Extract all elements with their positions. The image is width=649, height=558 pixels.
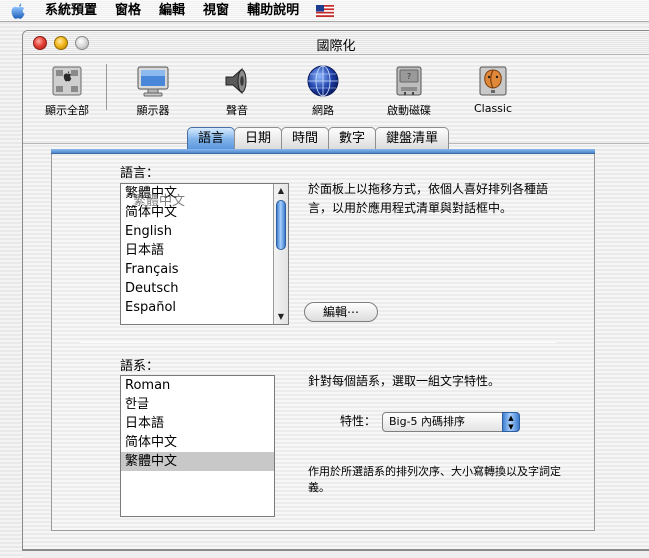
background-window-edge <box>22 550 649 558</box>
scroll-up-arrow-icon[interactable]: ▲ <box>274 184 288 198</box>
international-preferences-window: 國際化 顯示全部 顯示器 聲音 網路 ? 啟動磁碟 Classic 語言 日期 … <box>22 30 649 550</box>
title-bar[interactable]: 國際化 <box>23 31 649 55</box>
toolbar-sound-label: 聲音 <box>226 104 248 117</box>
dragging-item-ghost[interactable]: 繁體中文 <box>129 192 185 211</box>
toolbar-show-all[interactable]: 顯示全部 <box>27 64 107 118</box>
list-item[interactable]: 한글 <box>121 395 274 414</box>
toolbar-sound[interactable]: 聲音 <box>197 64 277 118</box>
menu-window[interactable]: 視窗 <box>194 0 238 22</box>
list-item[interactable]: Español <box>121 298 288 317</box>
languages-list[interactable]: 繁體中文 简体中文 English 日本語 Français Deutsch E… <box>120 183 289 325</box>
list-item-selected[interactable]: 繁體中文 <box>121 452 274 471</box>
menu-edit[interactable]: 編輯 <box>150 0 194 22</box>
edit-button[interactable]: 編輯⋯ <box>304 302 378 322</box>
toolbar-classic-label: Classic <box>473 102 513 115</box>
toolbar-startup-disk[interactable]: ? 啟動磁碟 <box>369 64 449 118</box>
language-tab-pane: 語言： 繁體中文 简体中文 English 日本語 Français Deuts… <box>51 149 595 531</box>
scripts-list[interactable]: Roman 한글 日本語 简体中文 繁體中文 <box>120 375 275 517</box>
behaviors-popup-value: Big-5 內碼排序 <box>389 415 466 428</box>
window-title: 國際化 <box>316 39 356 54</box>
classic-icon <box>479 66 507 96</box>
languages-scrollbar[interactable]: ▲ ▼ <box>273 184 288 324</box>
menu-help[interactable]: 輔助說明 <box>238 0 308 22</box>
list-item[interactable]: 日本語 <box>121 414 274 433</box>
tab-language[interactable]: 語言 <box>187 127 236 149</box>
menu-bar: 系統預置 窗格 編輯 視窗 輔助說明 <box>0 0 649 22</box>
tab-keyboard-menu[interactable]: 鍵盤清單 <box>375 127 450 149</box>
behaviors-note: 作用於所選語系的排列次序、大小寫轉換以及字詞定義。 <box>308 465 561 494</box>
list-item[interactable]: 日本語 <box>121 241 288 260</box>
globe-icon <box>307 65 339 97</box>
section-divider <box>80 342 556 343</box>
tab-numbers[interactable]: 數字 <box>328 127 377 149</box>
toolbar-classic[interactable]: Classic <box>453 64 533 115</box>
menu-system-preferences[interactable]: 系統預置 <box>36 0 106 22</box>
display-icon <box>137 66 169 97</box>
scroll-thumb[interactable] <box>276 200 286 250</box>
tab-time[interactable]: 時間 <box>281 127 330 149</box>
scroll-down-arrow-icon[interactable]: ▼ <box>274 310 288 324</box>
toolbar-displays[interactable]: 顯示器 <box>113 64 193 118</box>
list-item[interactable]: 简体中文 <box>121 433 274 452</box>
tab-bar: 語言 日期 時間 數字 鍵盤清單 <box>187 127 450 149</box>
apple-logo-icon <box>11 2 25 19</box>
apple-menu[interactable] <box>0 0 36 22</box>
behaviors-popup[interactable]: Big-5 內碼排序 ▲ ▼ <box>382 412 520 432</box>
toolbar-separator <box>106 64 107 110</box>
toolbar-displays-label: 顯示器 <box>136 104 170 117</box>
scripts-description: 針對每個語系，選取一組文字特性。 <box>308 374 501 388</box>
behaviors-label: 特性： <box>340 414 377 428</box>
list-item[interactable]: Roman <box>121 376 274 395</box>
list-item[interactable]: Deutsch <box>121 279 288 298</box>
languages-description: 於面板上以拖移方式，依個人喜好排列各種語言，以用於應用程式清單與對話框中。 <box>308 182 549 215</box>
menu-pane[interactable]: 窗格 <box>106 0 150 22</box>
languages-label: 語言： <box>120 166 160 181</box>
tab-date[interactable]: 日期 <box>234 127 283 149</box>
toolbar-network-label: 網路 <box>312 104 334 117</box>
languages-list-items: 繁體中文 简体中文 English 日本語 Français Deutsch E… <box>121 184 288 317</box>
disk-icon: ? <box>396 66 422 96</box>
list-item[interactable]: English <box>121 222 288 241</box>
toolbar-show-all-label: 顯示全部 <box>45 104 89 117</box>
toolbar-network[interactable]: 網路 <box>283 64 363 118</box>
pane-top-bar <box>51 149 595 154</box>
popup-arrows-icon: ▲ ▼ <box>502 412 520 432</box>
speaker-icon <box>225 67 247 95</box>
show-all-icon <box>52 66 82 96</box>
list-item[interactable]: Français <box>121 260 288 279</box>
toolbar-startup-disk-label: 啟動磁碟 <box>387 104 431 117</box>
us-flag-icon[interactable] <box>316 4 335 17</box>
svg-text:?: ? <box>407 72 411 81</box>
scripts-label: 語系： <box>120 359 160 374</box>
